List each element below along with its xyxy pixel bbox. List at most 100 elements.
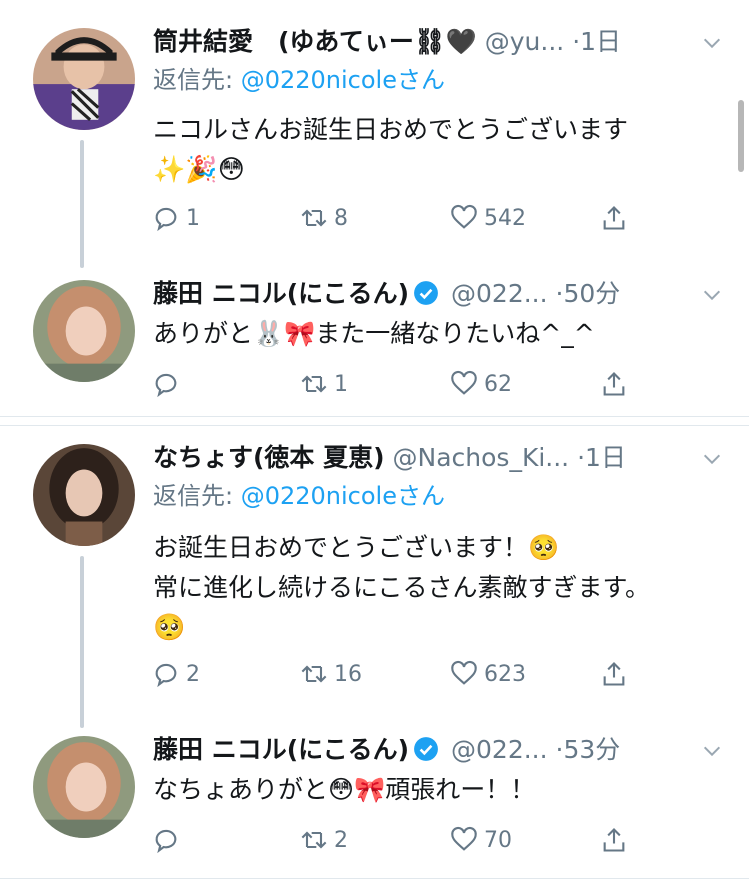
- retweet-icon: [301, 665, 327, 683]
- chevron-down-icon[interactable]: [701, 740, 723, 762]
- user-handle[interactable]: @yu...: [485, 27, 564, 56]
- retweet-count: 8: [334, 205, 348, 231]
- user-handle[interactable]: @022...: [451, 279, 548, 308]
- share-icon: [603, 206, 625, 230]
- like-button[interactable]: 542: [450, 198, 526, 238]
- display-name[interactable]: 筒井結愛 (ゆあてぃー⛓🖤: [153, 27, 477, 56]
- retweet-count: 16: [334, 661, 362, 687]
- reply-to-mention[interactable]: @0220nicoleさん: [241, 482, 445, 510]
- timestamp[interactable]: 1日: [580, 27, 621, 56]
- tweet-text: ありがと🐰🎀また一緒なりたいね^_^: [153, 314, 719, 354]
- tweet-text-line: お誕生日おめでとうございます！🥺: [153, 533, 560, 562]
- reply-to: 返信先: @0220nicoleさん: [153, 478, 445, 514]
- tweet-text-line: ニコルさんお誕生日おめでとうございます: [153, 115, 629, 144]
- separator-dot: ·: [577, 443, 586, 472]
- tweet-text-line: なちょありがと😳🎀頑張れー！！: [153, 775, 536, 804]
- reply-to-label: 返信先:: [153, 66, 241, 94]
- like-count: 542: [484, 205, 526, 231]
- tweet-actions: 2 16 623: [152, 654, 652, 694]
- tweet-header: 藤田 ニコル(にこるん) @022... ·53分: [153, 730, 729, 770]
- scrollbar[interactable]: [738, 100, 744, 172]
- tweet-text: なちょありがと😳🎀頑張れー！！: [153, 770, 719, 810]
- tweet-header: 筒井結愛 (ゆあてぃー⛓🖤 @yu... ·1日: [153, 22, 729, 62]
- share-button[interactable]: [600, 198, 628, 238]
- tweet-text-line: 🥺: [153, 613, 186, 643]
- retweet-count: 2: [334, 827, 348, 853]
- retweet-icon: [301, 209, 327, 227]
- reply-icon: [155, 373, 177, 398]
- avatar[interactable]: [33, 444, 135, 546]
- thread-line: [80, 140, 84, 268]
- avatar[interactable]: [33, 736, 135, 838]
- tweet-actions: 2 70: [152, 820, 652, 860]
- user-handle[interactable]: @022...: [451, 735, 548, 764]
- tweet-header: 藤田 ニコル(にこるん) @022... ·50分: [153, 274, 729, 314]
- tweet-text-line: ありがと🐰🎀また一緒なりたいね^_^: [153, 319, 595, 348]
- reply-to: 返信先: @0220nicoleさん: [153, 62, 445, 98]
- reply-button[interactable]: 2: [152, 654, 200, 694]
- retweet-button[interactable]: 2: [300, 820, 348, 860]
- tweet-actions: 1 8 542: [152, 198, 652, 238]
- share-icon: [603, 828, 625, 852]
- avatar[interactable]: [33, 280, 135, 382]
- avatar-image: [33, 280, 135, 382]
- retweet-button[interactable]: 16: [300, 654, 362, 694]
- timestamp[interactable]: 53分: [563, 735, 620, 764]
- thread-divider: [0, 416, 749, 426]
- like-count: 70: [484, 827, 512, 853]
- reply-button[interactable]: 1: [152, 198, 200, 238]
- like-button[interactable]: 62: [450, 364, 512, 404]
- reply-icon: [155, 829, 177, 854]
- retweet-button[interactable]: 1: [300, 364, 348, 404]
- like-button[interactable]: 70: [450, 820, 512, 860]
- thread-line: [80, 556, 84, 728]
- tweet-header: なちょす(徳本 夏恵) @Nachos_Ki... ·1日: [153, 438, 729, 478]
- like-count: 623: [484, 661, 526, 687]
- avatar-image: [33, 444, 135, 546]
- tweet-text-line: ✨🎉😳: [153, 155, 245, 185]
- tweet-actions: 1 62: [152, 364, 652, 404]
- timestamp[interactable]: 1日: [585, 443, 626, 472]
- tweet-text: お誕生日おめでとうございます！🥺 常に進化し続けるにこるさん素敵すぎます。 🥺: [153, 528, 719, 648]
- like-count: 62: [484, 371, 512, 397]
- chevron-down-icon[interactable]: [701, 32, 723, 54]
- retweet-icon: [301, 831, 327, 849]
- reply-icon: [155, 207, 177, 232]
- reply-count: 1: [186, 205, 200, 231]
- heart-icon: [451, 660, 477, 685]
- reply-button[interactable]: [152, 364, 186, 404]
- tweet-text-line: 常に進化し続けるにこるさん素敵すぎます。: [153, 573, 651, 602]
- avatar-image: [33, 736, 135, 838]
- avatar-image: [33, 28, 135, 130]
- display-name[interactable]: なちょす(徳本 夏恵): [153, 443, 385, 472]
- retweet-button[interactable]: 8: [300, 198, 348, 238]
- timestamp[interactable]: 50分: [563, 279, 620, 308]
- retweet-count: 1: [334, 371, 348, 397]
- tweet-text: ニコルさんお誕生日おめでとうございます ✨🎉😳: [153, 110, 719, 190]
- display-name[interactable]: 藤田 ニコル(にこるん): [153, 735, 409, 764]
- reply-button[interactable]: [152, 820, 186, 860]
- separator-dot: ·: [572, 27, 581, 56]
- display-name[interactable]: 藤田 ニコル(にこるん): [153, 279, 409, 308]
- user-handle[interactable]: @Nachos_Ki...: [393, 443, 570, 472]
- reply-to-label: 返信先:: [153, 482, 241, 510]
- heart-icon: [451, 370, 477, 395]
- chevron-down-icon[interactable]: [701, 284, 723, 306]
- like-button[interactable]: 623: [450, 654, 526, 694]
- heart-icon: [451, 204, 477, 229]
- bottom-divider: [0, 878, 749, 879]
- share-icon: [603, 372, 625, 396]
- share-button[interactable]: [600, 820, 628, 860]
- share-button[interactable]: [600, 654, 628, 694]
- verified-badge-icon: [414, 737, 438, 761]
- heart-icon: [451, 826, 477, 851]
- reply-icon: [155, 663, 177, 688]
- share-icon: [603, 662, 625, 686]
- avatar[interactable]: [33, 28, 135, 130]
- reply-count: 2: [186, 661, 200, 687]
- chevron-down-icon[interactable]: [701, 448, 723, 470]
- share-button[interactable]: [600, 364, 628, 404]
- reply-to-mention[interactable]: @0220nicoleさん: [241, 66, 445, 94]
- retweet-icon: [301, 375, 327, 393]
- verified-badge-icon: [414, 281, 438, 305]
